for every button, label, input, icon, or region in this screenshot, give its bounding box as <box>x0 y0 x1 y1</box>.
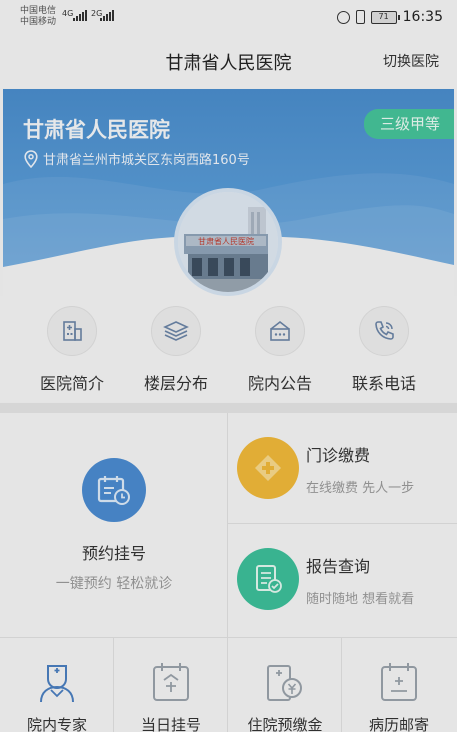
switch-hospital-button[interactable]: 切换医院 <box>383 51 439 71</box>
signal-icon <box>73 10 87 21</box>
bottom-item-label: 病历邮寄 <box>368 716 429 732</box>
quick-item-hospital-intro[interactable]: 医院简介 <box>22 306 122 394</box>
phone-icon <box>359 306 409 356</box>
app-header: 甘肃省人民医院 切换医院 <box>0 34 457 88</box>
address-text: 甘肃省兰州市城关区东岗西路160号 <box>43 153 250 168</box>
network-type-1: 4G <box>62 9 74 18</box>
location-pin-icon <box>24 149 38 168</box>
hospital-level-badge: 三级甲等 <box>363 109 454 139</box>
hospital-photo-sign: 甘肃省人民医院 <box>198 236 254 246</box>
signal-icon <box>100 10 114 21</box>
quick-item-label: 联系电话 <box>351 374 416 393</box>
section-divider <box>0 403 457 413</box>
status-bar: 中国电信 中国移动 4G 2G 71 16:35 <box>0 0 457 34</box>
battery-icon: 71 <box>370 10 400 24</box>
appointment-subtitle: 一键预约 轻松就诊 <box>55 576 173 592</box>
report-check-icon <box>237 548 299 610</box>
quick-menu: 医院简介 楼层分布 院内公告 联系电话 <box>0 296 457 402</box>
layers-icon <box>151 306 201 356</box>
hospital-address: 甘肃省兰州市城关区东岗西路160号 <box>23 149 250 168</box>
appointment-title: 预约挂号 <box>81 544 146 563</box>
bottom-item-deposit[interactable]: 住院预缴金 <box>228 638 342 732</box>
battery-level: 71 <box>378 11 389 21</box>
report-title: 报告查询 <box>306 557 371 576</box>
appointment-card[interactable]: 预约挂号 一键预约 轻松就诊 <box>0 413 228 637</box>
building-icon <box>47 306 97 356</box>
payment-subtitle: 在线缴费 先人一步 <box>306 481 415 496</box>
report-query-card[interactable]: 报告查询 随时随地 想看就看 <box>228 524 457 634</box>
quick-item-floor-map[interactable]: 楼层分布 <box>126 306 226 394</box>
doctor-icon <box>40 665 74 703</box>
record-mail-icon <box>381 663 417 701</box>
bottom-item-label: 住院预缴金 <box>247 716 323 732</box>
bottom-item-record-mail[interactable]: 病历邮寄 <box>342 638 457 732</box>
bottom-item-same-day[interactable]: 当日挂号 <box>114 638 228 732</box>
hospital-name: 甘肃省人民医院 <box>23 118 170 142</box>
outpatient-payment-card[interactable]: 门诊缴费 在线缴费 先人一步 <box>228 413 457 523</box>
bottom-item-label: 院内专家 <box>26 716 87 732</box>
carrier-label-1: 中国电信 <box>20 6 57 16</box>
payment-title: 门诊缴费 <box>306 446 371 465</box>
quick-item-contact-phone[interactable]: 联系电话 <box>334 306 434 394</box>
quick-item-label: 医院简介 <box>39 374 104 393</box>
bottom-menu: 院内专家 当日挂号 住院预缴金 病历邮寄 <box>0 637 457 732</box>
bottom-item-experts[interactable]: 院内专家 <box>0 638 114 732</box>
calendar-clock-icon <box>82 458 146 522</box>
services-grid: 预约挂号 一键预约 轻松就诊 门诊缴费 在线缴费 先人一步 报告查询 随时随地 … <box>0 413 457 637</box>
today-calendar-icon <box>153 663 189 701</box>
quick-item-notice[interactable]: 院内公告 <box>230 306 330 394</box>
alarm-icon <box>336 10 350 24</box>
vibrate-icon <box>355 10 365 24</box>
quick-item-label: 楼层分布 <box>143 374 208 393</box>
medical-cross-icon <box>237 437 299 499</box>
notice-icon <box>255 306 305 356</box>
deposit-icon <box>267 665 302 701</box>
bottom-item-label: 当日挂号 <box>140 716 201 732</box>
carrier-label-2: 中国移动 <box>20 17 57 27</box>
report-subtitle: 随时随地 想看就看 <box>306 592 415 607</box>
hospital-photo: 甘肃省人民医院 <box>174 188 282 296</box>
clock: 16:35 <box>402 9 443 25</box>
quick-item-label: 院内公告 <box>247 374 312 393</box>
